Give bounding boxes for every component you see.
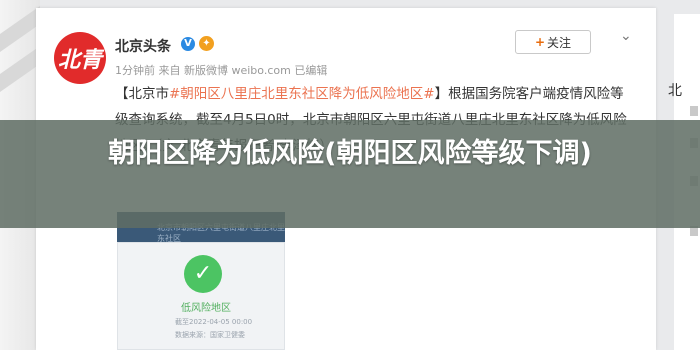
avatar-text: 北青 (57, 48, 102, 73)
image-note-text: 数据来源：国家卫健委 (175, 331, 245, 339)
background-stripe (0, 45, 40, 93)
check-circle-icon: ✓ (184, 255, 222, 293)
right-card-label: 北 (668, 83, 682, 99)
medal-icon: ✦ (199, 36, 214, 51)
author-avatar[interactable]: 北青 (54, 32, 106, 84)
background-stripe (0, 5, 40, 53)
topic-link[interactable]: #朝阳区八里庄北里东社区降为低风险地区# (169, 86, 435, 102)
post-meta: 1分钟前 来自 新版微博 weibo.com 已编辑 (115, 64, 328, 77)
post-text-part1: 【北京市 (115, 86, 169, 102)
verified-icon: V (181, 37, 195, 51)
author-name[interactable]: 北京头条 (115, 36, 171, 56)
chevron-down-icon[interactable]: ⌄ (620, 28, 632, 44)
follow-button[interactable]: + 关注 (515, 30, 591, 54)
article-headline: 朝阳区降为低风险(朝阳区风险等级下调) (108, 138, 592, 169)
plus-icon: + (534, 35, 546, 49)
low-risk-label: 低风险地区 (181, 303, 231, 314)
follow-label: 关注 (547, 35, 572, 50)
right-card-icon (690, 106, 698, 116)
image-date-text: 截至2022-04-05 00:00 (175, 318, 253, 326)
